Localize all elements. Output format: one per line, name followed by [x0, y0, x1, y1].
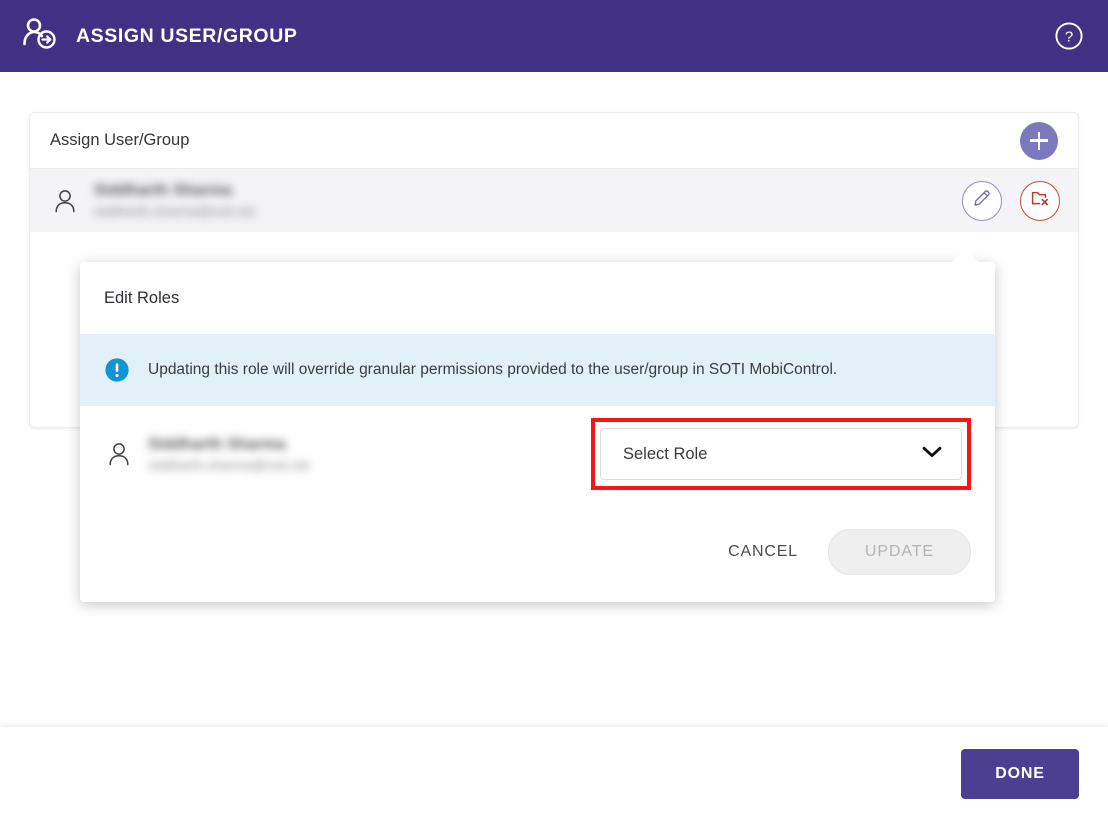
app-header-left: ASSIGN USER/GROUP — [22, 17, 297, 56]
role-assignment-row: Siddharth Sharma siddharth.sharma@soti.n… — [80, 406, 995, 502]
card-title: Assign User/Group — [50, 131, 190, 149]
chevron-down-icon — [921, 445, 943, 464]
popover-header: Edit Roles — [80, 262, 995, 334]
done-button[interactable]: DONE — [961, 748, 1079, 799]
popover-user-identity: Siddharth Sharma siddharth.sharma@soti.n… — [104, 436, 591, 473]
user-email: siddharth.sharma@soti.net — [148, 457, 310, 473]
user-identity: Siddharth Sharma siddharth.sharma@soti.n… — [94, 182, 962, 219]
footer-bar: DONE — [0, 727, 1108, 820]
select-role-dropdown[interactable]: Select Role — [600, 428, 962, 480]
page-title: ASSIGN USER/GROUP — [76, 24, 298, 47]
user-icon — [104, 439, 134, 469]
user-add-icon — [22, 17, 58, 56]
edit-roles-button[interactable] — [962, 180, 1002, 221]
card-header: Assign User/Group — [30, 113, 1078, 169]
popover-arrow — [951, 249, 979, 263]
plus-icon — [1030, 131, 1048, 150]
user-name: Siddharth Sharma — [94, 182, 232, 199]
popover-title: Edit Roles — [104, 288, 180, 307]
info-banner-text: Updating this role will override granula… — [148, 360, 838, 378]
select-role-value: Select Role — [623, 444, 708, 463]
user-email: siddharth.sharma@soti.net — [94, 204, 256, 219]
cancel-button[interactable]: CANCEL — [722, 533, 804, 571]
select-role-wrapper: Select Role — [591, 418, 971, 490]
edit-roles-popover: Edit Roles Updating this role will overr… — [80, 249, 995, 602]
add-user-button[interactable] — [1020, 121, 1058, 160]
popover-user-text: Siddharth Sharma siddharth.sharma@soti.n… — [148, 436, 591, 473]
table-row[interactable]: Siddharth Sharma siddharth.sharma@soti.n… — [30, 169, 1078, 232]
update-button[interactable]: UPDATE — [827, 529, 971, 575]
folder-remove-icon — [1029, 187, 1051, 214]
user-icon — [50, 186, 80, 216]
info-exclamation-icon — [104, 357, 130, 383]
user-name: Siddharth Sharma — [148, 435, 286, 453]
app-header: ASSIGN USER/GROUP ? — [0, 0, 1108, 72]
help-circle-icon[interactable]: ? — [1052, 19, 1086, 53]
row-actions — [962, 180, 1060, 221]
pencil-icon — [971, 187, 993, 214]
remove-assignment-button[interactable] — [1020, 180, 1060, 221]
info-banner: Updating this role will override granula… — [80, 334, 995, 406]
popover-footer: CANCEL UPDATE — [80, 502, 995, 602]
main-content: Assign User/Group Siddharth Sharma siddh… — [0, 72, 1108, 727]
svg-text:?: ? — [1065, 28, 1073, 45]
